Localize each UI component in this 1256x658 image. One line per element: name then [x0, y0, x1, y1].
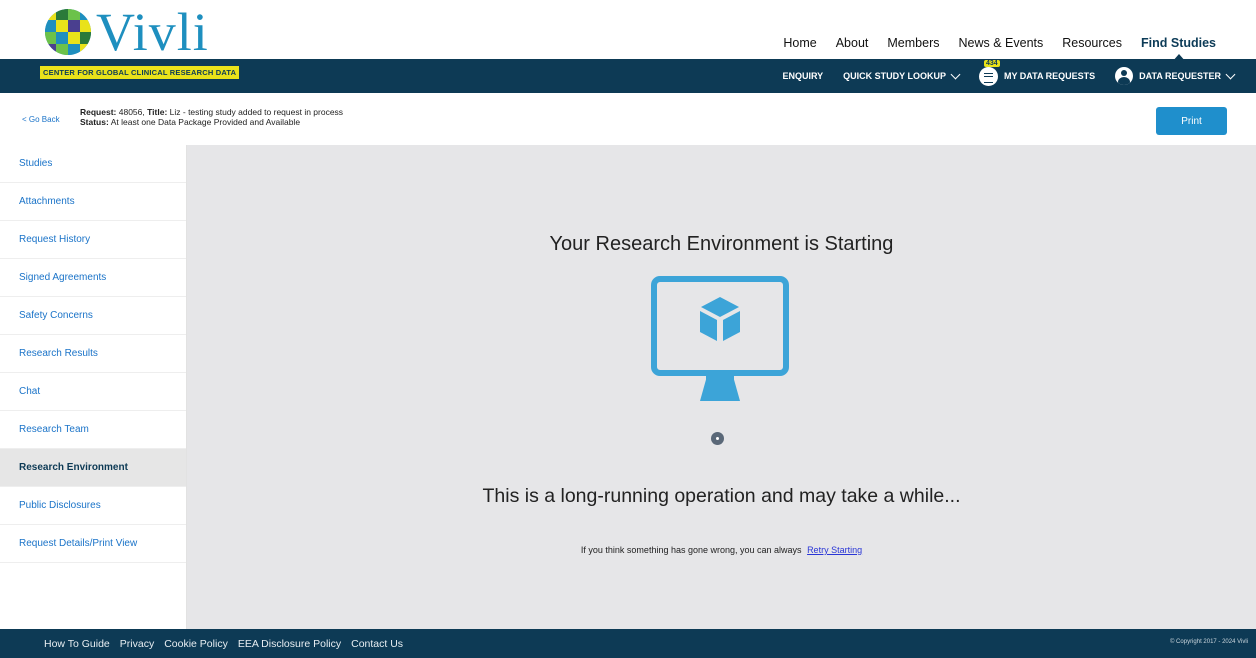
request-line: Request: 48056, Title: Liz - testing stu… [80, 107, 343, 117]
nav-about[interactable]: About [836, 36, 869, 50]
nav-home[interactable]: Home [783, 36, 816, 50]
title-label: Title: [147, 107, 168, 117]
sidebar-item-request-history[interactable]: Request History [0, 221, 186, 259]
go-back-link[interactable]: < Go Back [22, 115, 60, 124]
chevron-down-icon [950, 69, 961, 80]
logo-tagline: CENTER FOR GLOBAL CLINICAL RESEARCH DATA [40, 66, 240, 79]
nav-news-events[interactable]: News & Events [958, 36, 1043, 50]
secondary-nav: ENQUIRY QUICK STUDY LOOKUP 434 MY DATA R… [762, 59, 1236, 93]
enquiry-label: ENQUIRY [782, 71, 824, 81]
page-footer: How To Guide Privacy Cookie Policy EEA D… [0, 629, 1256, 658]
enquiry-link[interactable]: ENQUIRY [782, 71, 823, 81]
sidebar-item-safety-concerns[interactable]: Safety Concerns [0, 297, 186, 335]
footer-link-privacy[interactable]: Privacy [120, 638, 154, 650]
sidebar-item-chat[interactable]: Chat [0, 373, 186, 411]
quick-study-lookup-dropdown[interactable]: QUICK STUDY LOOKUP [843, 69, 961, 81]
my-data-requests-label: MY DATA REQUESTS [1003, 71, 1096, 81]
footer-link-eea-disclosure-policy[interactable]: EEA Disclosure Policy [238, 638, 341, 650]
top-nav: Home About Members News & Events Resourc… [764, 36, 1216, 62]
footer-link-cookie-policy[interactable]: Cookie Policy [164, 638, 228, 650]
print-button[interactable]: Print [1156, 107, 1227, 135]
sidebar-item-research-results[interactable]: Research Results [0, 335, 186, 373]
footer-link-how-to-guide[interactable]: How To Guide [44, 638, 110, 650]
user-role-label: DATA REQUESTER [1139, 71, 1221, 81]
user-menu-dropdown[interactable]: DATA REQUESTER [1115, 67, 1236, 85]
logo-wordmark: Vivli [96, 2, 209, 62]
nav-find-studies[interactable]: Find Studies [1141, 36, 1216, 62]
sidebar-item-research-team[interactable]: Research Team [0, 411, 186, 449]
top-header: Vivli Home About Members News & Events R… [0, 0, 1256, 62]
main-content: Your Research Environment is Starting Th… [187, 145, 1256, 629]
sidebar-item-attachments[interactable]: Attachments [0, 183, 186, 221]
monitor-cube-icon [651, 276, 789, 401]
sidebar-item-signed-agreements[interactable]: Signed Agreements [0, 259, 186, 297]
retry-message: If you think something has gone wrong, y… [187, 545, 1256, 555]
nav-members[interactable]: Members [887, 36, 939, 50]
request-id: 48056, [118, 107, 145, 117]
status-line: Status: At least one Data Package Provid… [80, 117, 343, 127]
loading-spinner [711, 432, 724, 445]
sidebar-item-studies[interactable]: Studies [0, 145, 186, 183]
footer-link-contact-us[interactable]: Contact Us [351, 638, 403, 650]
requests-count-badge: 434 [983, 59, 1000, 67]
request-label: Request: [80, 107, 117, 117]
data-requests-icon: 434 [978, 59, 1000, 86]
nav-resources[interactable]: Resources [1062, 36, 1122, 50]
chevron-down-icon [1225, 69, 1236, 80]
sidebar-item-research-environment[interactable]: Research Environment [0, 449, 186, 487]
request-sidebar: Studies Attachments Request History Sign… [0, 145, 187, 629]
request-header: < Go Back Request: 48056, Title: Liz - t… [0, 93, 1256, 146]
sidebar-item-request-details[interactable]: Request Details/Print View [0, 525, 186, 563]
long-running-message: This is a long-running operation and may… [482, 485, 961, 507]
my-data-requests-link[interactable]: 434 MY DATA REQUESTS [978, 59, 1096, 86]
retry-starting-link[interactable]: Retry Starting [807, 545, 862, 555]
retry-prefix-text: If you think something has gone wrong, y… [580, 545, 802, 555]
request-summary: Request: 48056, Title: Liz - testing stu… [80, 107, 343, 127]
status-label: Status: [80, 117, 109, 127]
user-avatar-icon [1115, 67, 1134, 85]
list-lines-icon [983, 72, 993, 83]
status-value: At least one Data Package Provided and A… [110, 117, 301, 127]
copyright-text: © Copyright 2017 - 2024 Vivli [1169, 639, 1248, 645]
footer-links: How To Guide Privacy Cookie Policy EEA D… [44, 629, 413, 658]
page-title: Your Research Environment is Starting [549, 233, 894, 255]
sidebar-item-public-disclosures[interactable]: Public Disclosures [0, 487, 186, 525]
globe-logo-icon [45, 9, 91, 55]
quick-study-lookup-label: QUICK STUDY LOOKUP [843, 71, 946, 81]
request-title: Liz - testing study added to request in … [169, 107, 344, 117]
